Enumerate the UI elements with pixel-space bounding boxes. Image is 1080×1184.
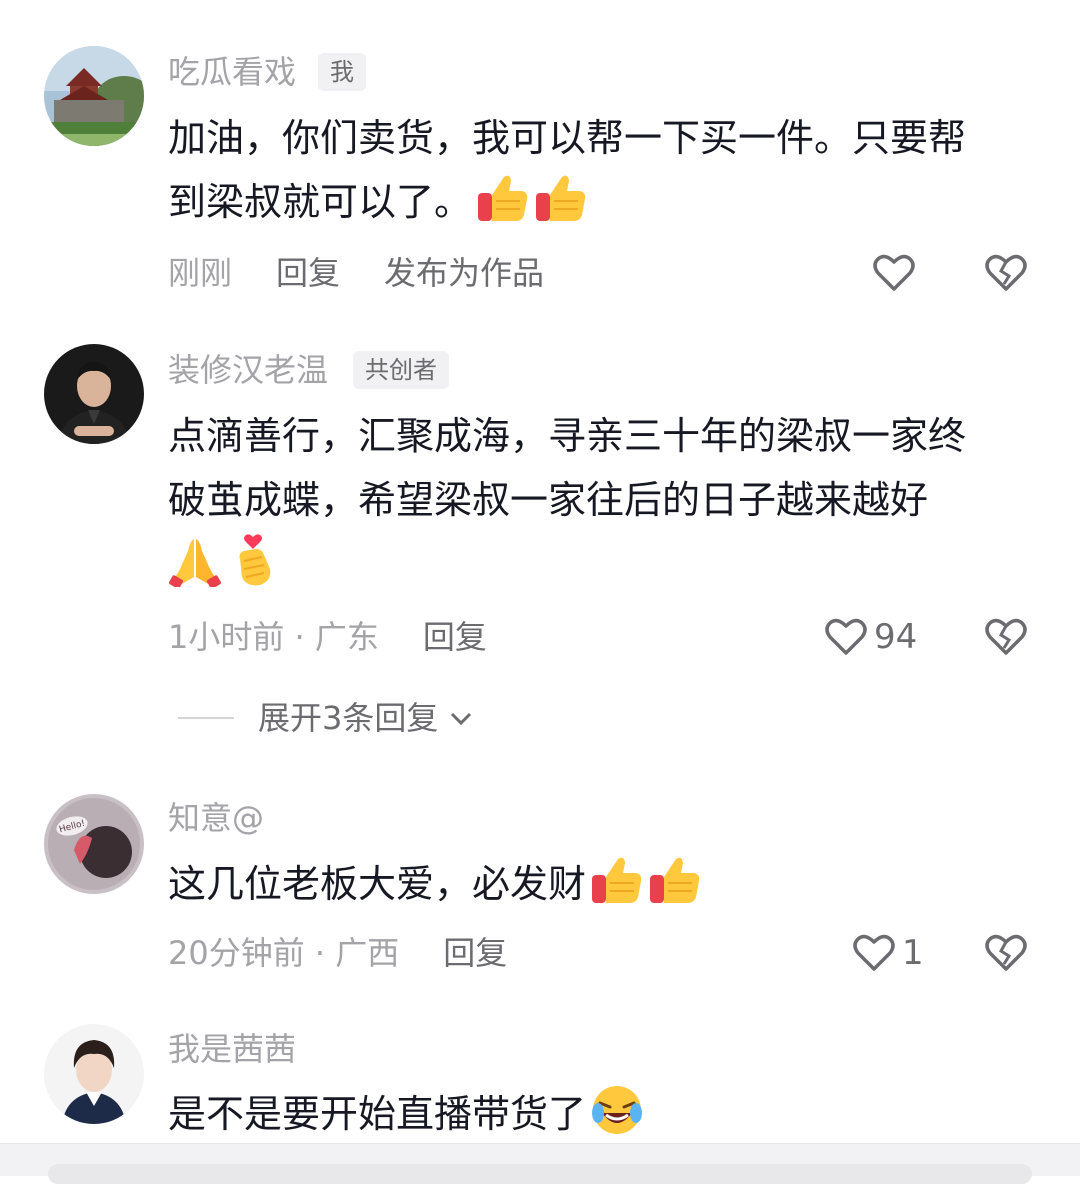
reply-button[interactable]: 回复 (423, 618, 487, 656)
comment-line: 破茧成蝶，希望梁叔一家往后的日子越来越好 (168, 478, 929, 522)
avatar[interactable] (44, 344, 144, 444)
comment-line: 到梁叔就可以了。 (168, 180, 473, 224)
like-count: 94 (874, 617, 918, 657)
comment-text: 这几位老板大爱，必发财 (168, 852, 1038, 916)
comment-meta: 1小时前 · 广东 回复 (168, 615, 487, 659)
comment-time: 20分钟前 · 广西 (168, 934, 400, 972)
username[interactable]: 知意@ (168, 798, 264, 838)
avatar[interactable] (44, 1024, 144, 1124)
co-creator-tag: 共创者 (353, 351, 449, 389)
praying-hands-icon (168, 533, 222, 587)
username[interactable]: 装修汉老温 (168, 350, 328, 390)
divider-line (178, 717, 234, 719)
like-button[interactable] (872, 251, 922, 295)
comment-meta: 20分钟前 · 广西 回复 (168, 931, 507, 975)
reply-button[interactable]: 回复 (443, 934, 507, 972)
thumbs-up-icon (590, 853, 644, 907)
avatar[interactable]: Hello! (44, 794, 144, 894)
like-button[interactable]: 1 (852, 931, 924, 975)
comment-time: 1小时前 · 广东 (168, 618, 379, 656)
self-tag: 我 (318, 53, 366, 91)
comment-time: 刚刚 (168, 254, 233, 292)
like-button[interactable]: 94 (824, 615, 917, 659)
thumbs-up-icon (476, 171, 530, 225)
broken-heart-icon (985, 934, 1027, 971)
thumbs-up-icon (534, 171, 588, 225)
expand-replies-button[interactable]: 展开3条回复 (178, 696, 474, 740)
thumbs-up-icon (648, 853, 702, 907)
dislike-button[interactable] (984, 615, 1028, 659)
broken-heart-icon (985, 254, 1027, 291)
dislike-button[interactable] (984, 251, 1028, 295)
finger-heart-icon (226, 533, 280, 587)
expand-replies-label: 展开3条回复 (258, 699, 439, 737)
comment-line: 点滴善行，汇聚成海，寻亲三十年的梁叔一家终 (168, 414, 967, 458)
comment-input-bar (0, 1143, 1080, 1184)
avatar[interactable] (44, 46, 144, 146)
heart-icon (825, 618, 867, 655)
comment-meta: 刚刚 回复 发布为作品 (168, 251, 544, 295)
broken-heart-icon (985, 618, 1027, 655)
dislike-button[interactable] (984, 931, 1028, 975)
heart-icon (873, 254, 915, 291)
username[interactable]: 我是茜茜 (168, 1029, 296, 1069)
publish-as-work-button[interactable]: 发布为作品 (384, 254, 544, 292)
comment-line: 是不是要开始直播带货了 (168, 1092, 587, 1136)
comment-text: 点滴善行，汇聚成海，寻亲三十年的梁叔一家终 破茧成蝶，希望梁叔一家往后的日子越来… (168, 404, 1038, 596)
comment-text: 是不是要开始直播带货了 (168, 1082, 1038, 1146)
comment-text: 加油，你们卖货，我可以帮一下买一件。只要帮 到梁叔就可以了。 (168, 106, 1038, 234)
username[interactable]: 吃瓜看戏 (168, 52, 296, 92)
reply-button[interactable]: 回复 (276, 254, 340, 292)
comment-line: 加油，你们卖货，我可以帮一下买一件。只要帮 (168, 116, 967, 160)
chevron-down-icon (451, 712, 472, 726)
comment-input[interactable] (48, 1164, 1032, 1184)
like-count: 1 (902, 933, 924, 973)
comment-line: 这几位老板大爱，必发财 (168, 862, 587, 906)
laughing-crying-icon (590, 1083, 644, 1137)
heart-icon (853, 934, 895, 971)
